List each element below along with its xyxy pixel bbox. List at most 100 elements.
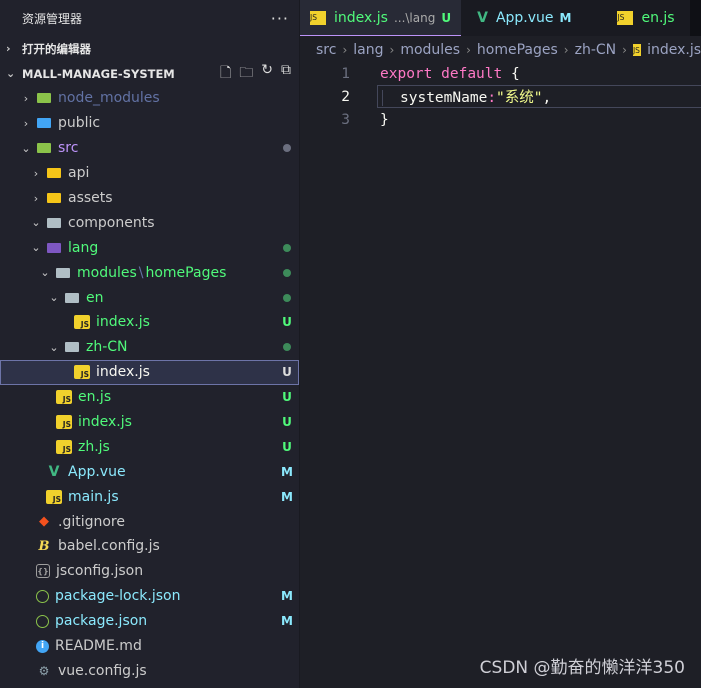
tree-item-public[interactable]: › public	[0, 111, 299, 136]
tree-item-label: api	[68, 165, 90, 182]
tree-item-node-modules[interactable]: › node_modules	[0, 86, 299, 111]
tab-label: en.js	[641, 10, 675, 26]
tree-item-label: public	[58, 115, 101, 132]
git-status-badge: U	[282, 390, 292, 405]
breadcrumb-item[interactable]: zh-CN	[575, 42, 617, 58]
breadcrumb-item[interactable]: lang	[353, 42, 383, 58]
breadcrumb-item[interactable]: homePages	[477, 42, 558, 58]
folder-assets-icon	[46, 191, 62, 205]
tree-item-src[interactable]: ⌄ src	[0, 136, 299, 161]
tab-git-badge: U	[441, 10, 452, 25]
tree-item-label: index.js	[96, 314, 150, 331]
tree-item-assets[interactable]: › assets	[0, 186, 299, 211]
line-number: 1	[341, 65, 350, 82]
code-editor[interactable]: 1 export default { 2 systemName:"系统", 3 …	[300, 62, 701, 688]
chevron-right-icon: ›	[33, 191, 39, 205]
code-line-current: 2 systemName:"系统",	[300, 85, 701, 108]
tree-item-app-vue[interactable]: V App.vue M	[0, 459, 299, 484]
tree-item-lang[interactable]: ⌄ lang	[0, 235, 299, 260]
tree-item-en-js[interactable]: JS en.js U	[0, 385, 299, 410]
code-text: }	[380, 111, 389, 128]
tree-item-label: src	[58, 140, 79, 157]
new-file-icon[interactable]: 🗋	[220, 62, 231, 86]
breadcrumb-item[interactable]: modules	[400, 42, 460, 58]
tree-item-en[interactable]: ⌄ en	[0, 285, 299, 310]
git-status-badge: U	[282, 365, 292, 380]
chevron-down-icon: ⌄	[31, 216, 41, 230]
homepages-label: homePages	[145, 264, 227, 281]
folder-zh-cn-icon	[64, 340, 80, 354]
tab-git-badge: M	[559, 11, 572, 25]
file-tree: › node_modules › public ⌄ src › api › as…	[0, 86, 299, 683]
tree-item-vue-config[interactable]: ⚙ vue.config.js	[0, 658, 299, 683]
chevron-right-icon: ›	[466, 43, 471, 57]
tree-item-zh-cn[interactable]: ⌄ zh-CN	[0, 335, 299, 360]
tab-app-vue[interactable]: V App.vue M	[461, 0, 599, 36]
line-number: 3	[341, 111, 350, 128]
git-status-badge: U	[282, 415, 292, 430]
javascript-file-icon: JS	[310, 10, 326, 25]
status-dot	[275, 144, 299, 152]
javascript-file-icon: JS	[74, 365, 90, 380]
tree-item-jsconfig[interactable]: {} jsconfig.json	[0, 559, 299, 584]
open-editors-label: 打开的编辑器	[22, 41, 91, 56]
workspace-root-label: MALL-MANAGE-SYSTEM	[22, 66, 175, 81]
new-folder-icon[interactable]: 🗀	[239, 62, 253, 86]
tab-index-js[interactable]: JS index.js ...\lang U	[300, 0, 462, 36]
path-separator: \	[138, 264, 144, 281]
git-icon: ◆	[39, 514, 49, 530]
tree-item-package-lock[interactable]: package-lock.json M	[0, 584, 299, 609]
folder-en-icon	[64, 291, 80, 305]
refresh-icon[interactable]: ↻	[261, 62, 273, 86]
chevron-down-icon: ⌄	[31, 241, 41, 255]
chevron-down-icon: ⌄	[40, 266, 50, 280]
nodejs-icon	[36, 614, 49, 628]
tree-item-gitignore[interactable]: ◆ .gitignore	[0, 509, 299, 534]
tree-item-main-js[interactable]: JS main.js M	[0, 484, 299, 509]
javascript-file-icon: JS	[56, 415, 72, 430]
code-line: 1 export default {	[300, 62, 701, 85]
tree-item-readme[interactable]: i README.md	[0, 634, 299, 659]
javascript-file-icon: JS	[56, 390, 72, 405]
tab-path-hint: ...\lang	[393, 10, 436, 25]
chevron-right-icon: ›	[342, 43, 348, 57]
git-status-badge: M	[281, 489, 293, 504]
tree-item-package-json[interactable]: package.json M	[0, 609, 299, 634]
info-icon: i	[36, 639, 49, 653]
workspace-root-section[interactable]: ⌄ MALL-MANAGE-SYSTEM 🗋 🗀 ↻ ⧉	[0, 61, 299, 86]
tree-item-babel-config[interactable]: B babel.config.js	[0, 534, 299, 559]
tab-overflow	[690, 0, 701, 36]
watermark: CSDN @勤奋的懒洋洋350	[479, 658, 685, 678]
explorer-header: 资源管理器 ···	[0, 0, 299, 36]
folder-modules-icon	[55, 266, 71, 280]
tree-item-label: package-lock.json	[55, 588, 181, 605]
javascript-file-icon: JS	[56, 439, 72, 454]
collapse-all-icon[interactable]: ⧉	[281, 62, 291, 86]
status-dot	[275, 294, 299, 302]
folder-lang-icon	[46, 241, 62, 255]
babel-icon: B	[38, 538, 50, 554]
folder-src-icon	[36, 141, 52, 155]
breadcrumb-item[interactable]: src	[316, 42, 336, 58]
more-actions-icon[interactable]: ···	[271, 9, 289, 28]
tree-item-modules[interactable]: ⌄ modules \ homePages	[0, 260, 299, 285]
folder-public-icon	[36, 116, 52, 130]
tree-item-zh-cn-index-js[interactable]: JS index.js U	[0, 359, 299, 385]
tree-item-label: lang	[68, 239, 99, 256]
tab-en-js[interactable]: JS en.js	[599, 0, 684, 36]
tree-item-compact-label: modules \ homePages	[77, 265, 275, 281]
tree-item-en-index-js[interactable]: JS index.js U	[0, 310, 299, 335]
tree-item-lang-index-js[interactable]: JS index.js U	[0, 410, 299, 435]
tree-item-label: jsconfig.json	[56, 563, 144, 580]
tree-item-label: en.js	[78, 389, 112, 406]
root-actions: 🗋 🗀 ↻ ⧉	[220, 62, 291, 86]
javascript-file-icon: JS	[46, 489, 62, 504]
open-editors-section[interactable]: › 打开的编辑器	[0, 36, 299, 61]
tab-label: App.vue	[495, 10, 554, 26]
code-text: systemName:"系统",	[377, 85, 701, 108]
tree-item-api[interactable]: › api	[0, 161, 299, 186]
tree-item-components[interactable]: ⌄ components	[0, 210, 299, 235]
line-number: 2	[341, 88, 350, 105]
breadcrumb-item[interactable]: index.js	[647, 42, 701, 58]
tree-item-zh-js[interactable]: JS zh.js U	[0, 434, 299, 459]
